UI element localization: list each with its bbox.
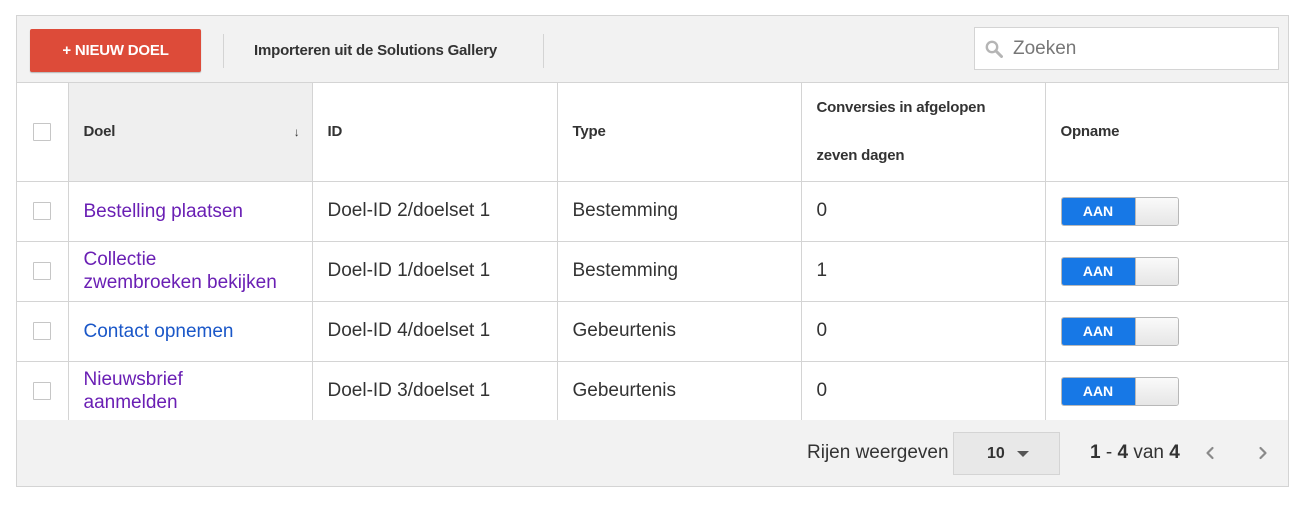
recording-toggle[interactable]: AAN xyxy=(1060,316,1179,346)
toolbar-divider xyxy=(543,34,544,68)
rows-per-page-label: Rijen weergeven xyxy=(807,442,949,463)
toolbar: + NIEUW DOEL Importeren uit de Solutions… xyxy=(17,16,1288,83)
row-checkbox[interactable] xyxy=(33,381,52,400)
row-checkbox[interactable] xyxy=(33,261,52,280)
column-header-label: Doel xyxy=(83,123,116,141)
goal-id-cell: Doel-ID 2/doelset 1 xyxy=(312,181,558,242)
column-header-label-line2: zeven dagen xyxy=(816,146,905,164)
toggle-on-label: AAN xyxy=(1061,197,1135,225)
goal-type-cell: Gebeurtenis xyxy=(557,361,802,422)
range-of: van xyxy=(1128,442,1170,463)
goal-conversions-cell: 1 xyxy=(801,241,1046,302)
search-box xyxy=(974,27,1279,70)
table-footer: Rijen weergeven 10 1 - 4 van 4 xyxy=(17,420,1288,486)
new-goal-button[interactable]: + NIEUW DOEL xyxy=(30,29,201,72)
recording-toggle[interactable]: AAN xyxy=(1060,256,1179,286)
toolbar-divider xyxy=(223,34,224,68)
goals-table: Doel ↓ ID Type Conversies in afgelopen z… xyxy=(17,83,1288,422)
goal-id-cell: Doel-ID 3/doelset 1 xyxy=(312,361,558,422)
range-separator: - xyxy=(1100,442,1118,463)
column-header-label: Opname xyxy=(1060,123,1120,141)
row-select-cell xyxy=(17,361,69,422)
goal-name-cell: Bestelling plaatsen xyxy=(68,181,313,242)
goal-name-line1: Collectie xyxy=(83,249,157,270)
table-row: Contact opnemen Doel-ID 4/doelset 1 Gebe… xyxy=(17,301,1288,362)
toggle-knob xyxy=(1134,317,1178,345)
column-header-label-line1: Conversies in afgelopen xyxy=(816,98,986,116)
goal-name-cell: Contact opnemen xyxy=(68,301,313,362)
table-header-row: Doel ↓ ID Type Conversies in afgelopen z… xyxy=(17,83,1288,182)
recording-toggle[interactable]: AAN xyxy=(1060,196,1179,226)
chevron-right-icon[interactable] xyxy=(1251,441,1275,465)
range-end: 4 xyxy=(1117,442,1129,463)
goal-name-link[interactable]: Contact opnemen xyxy=(84,321,234,342)
toggle-on-label: AAN xyxy=(1061,377,1135,405)
goal-name-line1: Nieuwsbrief xyxy=(83,369,183,390)
select-all-checkbox[interactable] xyxy=(33,122,52,141)
search-icon xyxy=(985,40,1003,58)
goal-name-link[interactable]: Bestelling plaatsen xyxy=(84,201,244,222)
row-select-cell xyxy=(17,241,69,302)
column-header-goal[interactable]: Doel ↓ xyxy=(68,83,313,182)
goal-type-cell: Bestemming xyxy=(557,241,802,302)
rows-per-page-value: 10 xyxy=(987,445,1005,462)
toggle-on-label: AAN xyxy=(1061,317,1135,345)
caret-down-icon xyxy=(1017,451,1029,457)
rows-per-page-select[interactable]: 10 xyxy=(953,432,1060,475)
goal-type-cell: Bestemming xyxy=(557,181,802,242)
goal-recording-cell: AAN xyxy=(1045,301,1288,362)
row-checkbox[interactable] xyxy=(33,321,52,340)
goal-name-line2: aanmelden xyxy=(83,392,178,413)
column-header-id[interactable]: ID xyxy=(312,83,558,182)
range-start: 1 xyxy=(1090,442,1101,463)
goal-conversions-cell: 0 xyxy=(801,361,1046,422)
table-row: Collectie zwembroeken bekijken Doel-ID 1/… xyxy=(17,241,1288,302)
column-header-type[interactable]: Type xyxy=(557,83,802,182)
import-gallery-button[interactable]: Importeren uit de Solutions Gallery xyxy=(240,29,511,72)
goal-id-cell: Doel-ID 1/doelset 1 xyxy=(312,241,558,302)
goal-recording-cell: AAN xyxy=(1045,361,1288,422)
goal-conversions-cell: 0 xyxy=(801,181,1046,242)
goal-conversions-cell: 0 xyxy=(801,301,1046,362)
pagination-range: 1 - 4 van 4 xyxy=(1090,442,1180,464)
toggle-knob xyxy=(1134,377,1178,405)
goal-name-cell: Nieuwsbrief aanmelden xyxy=(68,361,313,422)
table-row: Nieuwsbrief aanmelden Doel-ID 3/doelset 1… xyxy=(17,361,1288,422)
recording-toggle[interactable]: AAN xyxy=(1060,376,1179,406)
row-checkbox[interactable] xyxy=(33,201,52,220)
row-select-cell xyxy=(17,301,69,362)
goal-recording-cell: AAN xyxy=(1045,241,1288,302)
select-all-cell xyxy=(17,83,69,182)
sort-arrow-icon: ↓ xyxy=(293,125,300,139)
toggle-knob xyxy=(1134,257,1178,285)
column-header-conversions[interactable]: Conversies in afgelopen zeven dagen xyxy=(801,83,1046,182)
goal-recording-cell: AAN xyxy=(1045,181,1288,242)
goal-id-cell: Doel-ID 4/doelset 1 xyxy=(312,301,558,362)
table-row: Bestelling plaatsen Doel-ID 2/doelset 1 … xyxy=(17,181,1288,242)
goal-type-cell: Gebeurtenis xyxy=(557,301,802,362)
column-header-label: Type xyxy=(572,123,606,141)
column-header-label: ID xyxy=(327,123,343,141)
goal-name-cell: Collectie zwembroeken bekijken xyxy=(68,241,313,302)
goal-name-line2: zwembroeken bekijken xyxy=(83,272,277,293)
search-input[interactable] xyxy=(1013,28,1273,69)
goal-name-link[interactable]: Collectie zwembroeken bekijken xyxy=(84,249,277,293)
goals-panel: + NIEUW DOEL Importeren uit de Solutions… xyxy=(16,15,1289,487)
toggle-knob xyxy=(1134,197,1178,225)
chevron-left-icon[interactable] xyxy=(1198,441,1222,465)
column-header-recording[interactable]: Opname xyxy=(1045,83,1288,182)
goal-name-link[interactable]: Nieuwsbrief aanmelden xyxy=(84,369,183,413)
range-total: 4 xyxy=(1169,442,1180,463)
toggle-on-label: AAN xyxy=(1061,257,1135,285)
row-select-cell xyxy=(17,181,69,242)
